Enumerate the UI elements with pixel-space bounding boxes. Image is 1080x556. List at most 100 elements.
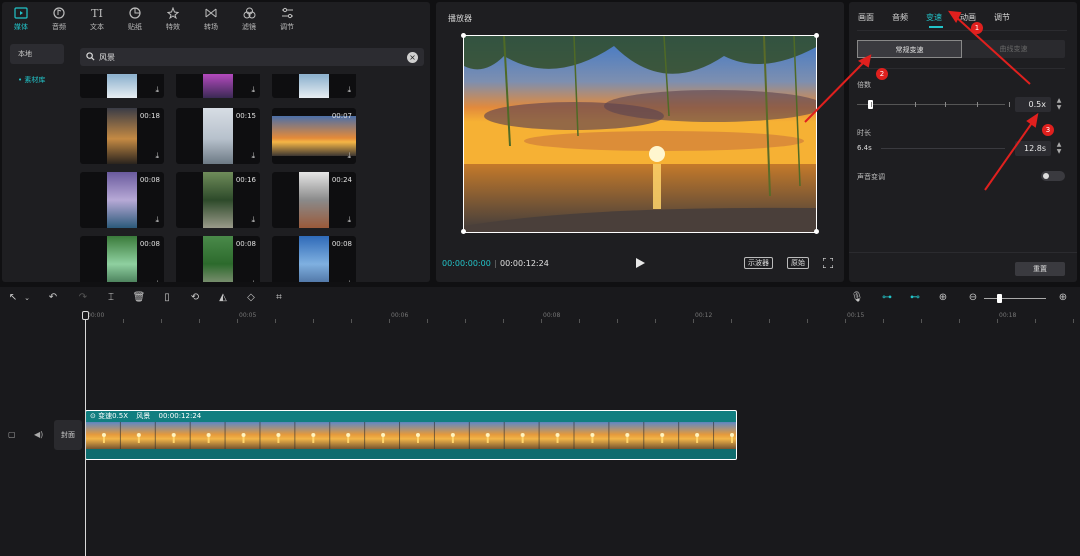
duration-stepper[interactable]: ▲ ▼ (1055, 141, 1063, 156)
download-icon[interactable]: ⤓ (251, 151, 255, 161)
media-thumbnail[interactable]: 00:15 ⤓ (176, 108, 260, 164)
crop-handle[interactable] (461, 229, 466, 234)
mirror-icon[interactable]: ◭ (216, 292, 230, 304)
scope-button[interactable]: 示波器 (744, 257, 773, 269)
curve-speed-tab[interactable]: 曲线变速 (962, 40, 1065, 58)
freeze-icon[interactable]: ▯ (160, 292, 174, 304)
search-icon (86, 51, 95, 63)
track-audio-icon[interactable]: ◀) (34, 430, 43, 439)
slider-tick (977, 102, 978, 107)
media-thumbnail[interactable]: 00:07 ⤓ (272, 108, 356, 164)
zoom-knob[interactable] (997, 294, 1002, 303)
split-icon[interactable]: ⌶ (104, 292, 118, 304)
cover-button[interactable]: 封面 (54, 420, 82, 450)
thumbnail-duration: 00:07 (331, 112, 352, 120)
download-icon[interactable]: ⤓ (251, 85, 255, 95)
track-visibility-icon[interactable]: ▢ (8, 430, 16, 439)
multiplier-value-field[interactable]: 0.5x (1015, 97, 1051, 112)
text-icon: TI (91, 6, 103, 20)
reverse-icon[interactable]: ⟲ (188, 292, 202, 304)
fullscreen-icon[interactable] (822, 257, 834, 270)
microphone-icon[interactable]: 🎙 (850, 292, 864, 304)
property-tab[interactable]: 音频 (883, 12, 917, 23)
media-thumbnail[interactable]: ⤓ (80, 74, 164, 98)
crop-handle[interactable] (461, 33, 466, 38)
tab-label: 贴纸 (128, 23, 142, 31)
tab-effects[interactable]: 特效 (154, 2, 192, 36)
download-icon[interactable]: ⤓ (347, 151, 351, 161)
media-thumbnail[interactable]: 00:16 ⤓ (176, 172, 260, 228)
download-icon[interactable]: ⤓ (155, 85, 159, 95)
property-tab[interactable]: 动画 (951, 12, 985, 23)
search-input[interactable]: 风景 × (80, 48, 424, 66)
multiplier-stepper[interactable]: ▲ ▼ (1055, 97, 1063, 112)
crop-icon[interactable]: ⌗ (272, 292, 286, 304)
zoom-slider[interactable] (984, 298, 1046, 299)
delete-icon[interactable]: 🗑 (132, 292, 146, 304)
tab-transition[interactable]: 转场 (192, 2, 230, 36)
property-tab[interactable]: 变速 (917, 12, 951, 23)
property-tab[interactable]: 调节 (985, 12, 1019, 23)
rotate-icon[interactable]: ◇ (244, 292, 258, 304)
pitch-toggle[interactable] (1041, 171, 1065, 181)
thumbnail-duration: 00:16 (235, 176, 256, 184)
download-icon[interactable]: ⤓ (251, 279, 255, 282)
property-tab[interactable]: 画面 (849, 12, 883, 23)
redo-icon[interactable]: ↷ (76, 292, 90, 304)
duration-value-field[interactable]: 12.8s (1015, 141, 1051, 156)
media-thumbnail[interactable]: 00:08 ⤓ (176, 236, 260, 282)
download-icon[interactable]: ⤓ (155, 279, 159, 282)
media-thumbnail[interactable]: 00:08 ⤓ (272, 236, 356, 282)
tab-sticker[interactable]: 贴纸 (116, 2, 154, 36)
effects-icon (167, 6, 179, 20)
download-icon[interactable]: ⤓ (155, 215, 159, 225)
ruler-label: 00:15 (847, 312, 865, 319)
thumbnail-image (107, 172, 137, 228)
crop-handle[interactable] (814, 229, 819, 234)
link-icon[interactable]: ⊶ (880, 292, 894, 304)
media-thumbnail[interactable]: ⤓ (272, 74, 356, 98)
media-thumbnail[interactable]: 00:08 ⤓ (80, 172, 164, 228)
video-clip[interactable]: ⊙ 变速0.5X 风景 00:00:12:24 (85, 410, 737, 460)
tab-media[interactable]: 媒体 (2, 2, 40, 36)
clip-name: 风景 (136, 412, 151, 420)
player-panel: 播放器 00:00:00:00 | 00:00:12:24 示波器 原始 (436, 2, 844, 282)
thumbnail-duration: 00:08 (139, 240, 160, 248)
media-thumbnail[interactable]: 00:18 ⤓ (80, 108, 164, 164)
preview-axis-icon[interactable]: ⊕ (936, 292, 950, 304)
download-icon[interactable]: ⤓ (251, 215, 255, 225)
original-ratio-button[interactable]: 原始 (787, 257, 809, 269)
sidebar-item-local[interactable]: 本地 (10, 44, 64, 64)
media-thumbnail[interactable]: 00:08 ⤓ (80, 236, 164, 282)
download-icon[interactable]: ⤓ (347, 279, 351, 282)
zoom-in-icon[interactable]: ⊕ (1056, 292, 1070, 304)
reset-button[interactable]: 重置 (1015, 262, 1065, 276)
snap-icon[interactable]: ⊷ (908, 292, 922, 304)
zoom-out-icon[interactable]: ⊖ (966, 292, 980, 304)
media-thumbnail[interactable]: ⤓ (176, 74, 260, 98)
clear-search-icon[interactable]: × (407, 51, 418, 63)
media-thumbnail[interactable]: 00:24 ⤓ (272, 172, 356, 228)
crop-handle[interactable] (814, 33, 819, 38)
tab-text[interactable]: TI 文本 (78, 2, 116, 36)
thumbnail-duration: 00:15 (235, 112, 256, 120)
time-ruler[interactable]: 00:00 00:05 00:06 00:08 00:12 00:15 00:18 (85, 309, 1080, 323)
download-icon[interactable]: ⤓ (347, 85, 351, 95)
tab-adjust[interactable]: 调节 (268, 2, 306, 36)
video-preview[interactable] (463, 35, 817, 233)
tab-label: 特效 (166, 23, 180, 31)
select-tool-icon[interactable]: ↖ (6, 292, 20, 304)
chevron-down-icon[interactable]: ⌄ (20, 292, 34, 304)
tab-audio[interactable]: 音频 (40, 2, 78, 36)
tab-filter[interactable]: 滤镜 (230, 2, 268, 36)
play-button[interactable] (636, 258, 645, 270)
sidebar-item-library[interactable]: • 素材库 (10, 70, 64, 90)
download-icon[interactable]: ⤓ (155, 151, 159, 161)
normal-speed-tab[interactable]: 常规变速 (857, 40, 962, 58)
thumbnail-image (272, 116, 356, 156)
playhead-handle[interactable] (82, 311, 89, 320)
playhead[interactable] (85, 311, 86, 556)
download-icon[interactable]: ⤓ (347, 215, 351, 225)
current-timecode: 00:00:00:00 (442, 259, 491, 268)
undo-icon[interactable]: ↶ (46, 292, 60, 304)
